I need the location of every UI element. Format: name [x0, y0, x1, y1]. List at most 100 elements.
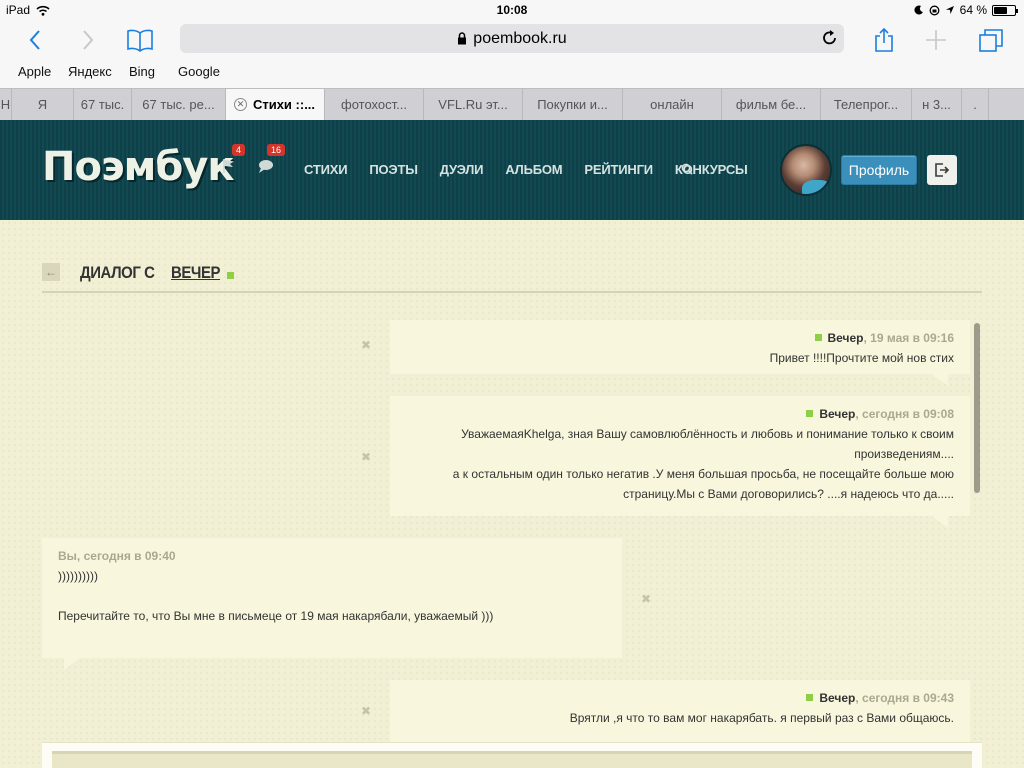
- message-author[interactable]: Вечер: [828, 331, 864, 345]
- lock-icon: [458, 32, 467, 45]
- chevron-right-icon: [83, 30, 94, 50]
- message-author[interactable]: Вечер: [819, 407, 855, 421]
- online-indicator: [806, 410, 814, 417]
- favorite-yandex[interactable]: Яндекс: [68, 64, 112, 79]
- message-author[interactable]: Вечер: [819, 691, 855, 705]
- tabs-overview-button[interactable]: [976, 26, 1006, 54]
- new-tab-button[interactable]: [921, 26, 951, 54]
- forward-button[interactable]: [73, 26, 103, 54]
- message-incoming: Вечер, сегодня в 09:43 Врятли ,я что то …: [390, 680, 970, 754]
- message-incoming: Вечер, 19 мая в 09:16 Привет !!!!Прочтит…: [390, 320, 970, 386]
- message-text-line: а к остальным один только негатив .У мен…: [452, 467, 954, 481]
- status-bar: iPad 10:08 64 %: [0, 0, 1024, 20]
- logout-button[interactable]: [927, 155, 957, 185]
- tab-label: Стихи ::...: [252, 97, 316, 112]
- flag-icon: [223, 159, 234, 173]
- tab[interactable]: 67 тыс. ре...: [132, 89, 226, 120]
- clock: 10:08: [496, 3, 528, 17]
- close-tab-icon[interactable]: ✕: [234, 98, 247, 111]
- reload-icon[interactable]: [821, 29, 838, 47]
- messages-badge: 16: [267, 144, 286, 156]
- tab-label: фотохост...: [341, 97, 407, 112]
- reply-input[interactable]: [52, 751, 972, 768]
- dialog-back-button[interactable]: ←: [42, 263, 60, 281]
- tab[interactable]: онлайн: [623, 89, 722, 120]
- tab-label: .: [973, 97, 977, 112]
- messages-button[interactable]: 16: [257, 144, 286, 180]
- tab-label: 67 тыс.: [80, 97, 125, 112]
- message-text-line: Перечитайте то, что Вы мне в письмеце от…: [58, 609, 494, 623]
- message-text: Привет !!!!Прочтите мой нов стих: [769, 351, 954, 365]
- favorite-google[interactable]: Google: [178, 64, 220, 79]
- rotation-lock-icon: [929, 5, 940, 15]
- tab[interactable]: фотохост...: [325, 89, 424, 120]
- nav-poems[interactable]: СТИХИ: [304, 162, 348, 177]
- search-icon[interactable]: [681, 163, 693, 175]
- battery-fill: [994, 6, 1007, 14]
- tab-label: н 3...: [922, 97, 951, 112]
- tab[interactable]: VFL.Ru эт...: [424, 89, 523, 120]
- back-button[interactable]: [20, 26, 50, 54]
- favorite-apple[interactable]: Apple: [18, 64, 51, 79]
- book-icon: [127, 29, 153, 52]
- message-meta: Вечер, сегодня в 09:43: [406, 688, 954, 708]
- tab[interactable]: .: [962, 89, 989, 120]
- site-header: Поэмбук 4 16 СТИХИ ПОЭТЫ ДУЭЛИ АЛЬБОМ РЕ…: [0, 120, 1024, 220]
- online-indicator: [806, 694, 814, 701]
- messages-scrollbar[interactable]: [974, 323, 980, 493]
- tab-label: фильм бе...: [735, 97, 807, 112]
- plus-icon: [926, 30, 946, 50]
- tab-active[interactable]: ✕ Стихи ::...: [226, 89, 325, 120]
- nav-ratings[interactable]: РЕЙТИНГИ: [584, 162, 653, 177]
- dialog-header: ← ДИАЛОГ С ВЕЧЕР: [42, 263, 982, 293]
- bookmarks-button[interactable]: [124, 26, 156, 54]
- favorites-bar: Apple Яндекс Bing Google: [0, 62, 1024, 82]
- tab-label: 67 тыс. ре...: [142, 97, 215, 112]
- message-meta: Вечер, сегодня в 09:08: [406, 404, 954, 424]
- address-bar[interactable]: poembook.ru: [180, 24, 844, 53]
- favorite-bing[interactable]: Bing: [129, 64, 155, 79]
- tab[interactable]: фильм бе...: [722, 89, 821, 120]
- tab-spacer: [989, 89, 1024, 120]
- message-text-line: УважаемаяKhelga, зная Вашу самовлюблённо…: [461, 427, 954, 441]
- message-meta: Вы, сегодня в 09:40: [58, 546, 606, 566]
- delete-message-icon[interactable]: ✖: [361, 338, 371, 352]
- tab[interactable]: Я: [12, 89, 74, 120]
- nav-album[interactable]: АЛЬБОМ: [505, 162, 562, 177]
- message-time: , 19 мая в 09:16: [863, 331, 954, 345]
- logout-icon: [935, 163, 950, 177]
- battery-percent: 64 %: [959, 3, 987, 17]
- nav-duels[interactable]: ДУЭЛИ: [440, 162, 484, 177]
- dialog-user-link[interactable]: ВЕЧЕР: [171, 263, 220, 283]
- message-author: Вы: [58, 549, 77, 563]
- tab[interactable]: 67 тыс.: [74, 89, 132, 120]
- message-text-line: произведениям....: [854, 447, 954, 461]
- message-text-line: страницу.Мы с Вами договорились? ....я н…: [623, 487, 954, 501]
- site-logo[interactable]: Поэмбук: [42, 144, 235, 190]
- location-icon: [945, 6, 954, 14]
- nav-poets[interactable]: ПОЭТЫ: [369, 162, 418, 177]
- online-indicator: [227, 272, 234, 279]
- tab[interactable]: Покупки и...: [523, 89, 623, 120]
- share-icon: [875, 27, 893, 52]
- chevron-left-icon: [29, 30, 40, 50]
- message-incoming: Вечер, сегодня в 09:08 УважаемаяKhelga, …: [390, 396, 970, 528]
- tab-strip: Н Я 67 тыс. 67 тыс. ре... ✕ Стихи ::... …: [0, 88, 1024, 120]
- message-outgoing: Вы, сегодня в 09:40 )))))))))) Перечитай…: [42, 538, 622, 670]
- notifications-button[interactable]: 4: [222, 144, 246, 180]
- share-button[interactable]: [869, 26, 899, 54]
- profile-button[interactable]: Профиль: [841, 155, 917, 185]
- battery-icon: [992, 4, 1018, 16]
- url-text: poembook.ru: [473, 29, 567, 47]
- tab[interactable]: н 3...: [912, 89, 962, 120]
- chat-icon: [259, 160, 273, 173]
- tab[interactable]: Телепрог...: [821, 89, 912, 120]
- main-nav: СТИХИ ПОЭТЫ ДУЭЛИ АЛЬБОМ РЕЙТИНГИ КОНКУР…: [304, 162, 770, 177]
- tab[interactable]: Н: [0, 89, 12, 120]
- user-avatar[interactable]: [780, 144, 832, 196]
- delete-message-icon[interactable]: ✖: [361, 450, 371, 464]
- delete-message-icon[interactable]: ✖: [641, 592, 651, 606]
- tab-label: VFL.Ru эт...: [438, 97, 508, 112]
- delete-message-icon[interactable]: ✖: [361, 704, 371, 718]
